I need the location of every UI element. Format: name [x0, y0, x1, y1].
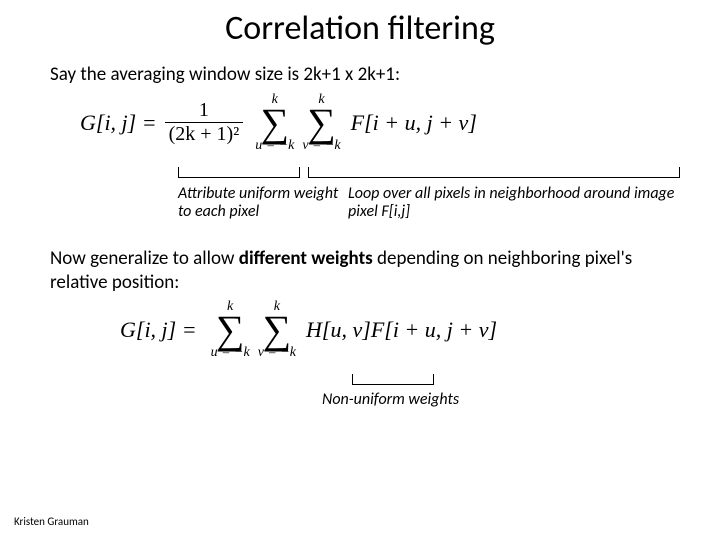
annotation-nonuniform: Non-uniform weights	[322, 390, 459, 409]
eq1-rhs: F[i + u, j + v]	[351, 110, 477, 136]
eq2-annotations: Non-uniform weights	[120, 390, 690, 412]
annotation-loop-pixels: Loop over all pixels in neighborhood aro…	[348, 185, 688, 222]
eq2-h-term: H[u, v]	[306, 317, 371, 343]
eq2-f-term: F[i + u, j + v]	[371, 317, 497, 343]
credit-line: Kristen Grauman	[14, 515, 89, 528]
eq2-lhs: G[i, j] =	[120, 317, 197, 343]
eq1-frac-den: (2k + 1)²	[165, 123, 244, 146]
eq1-lhs: G[i, j] =	[80, 110, 157, 136]
equation-2: G[i, j] = k ∑ u = −k k ∑ v = −k H[u, v] …	[120, 300, 690, 372]
eq1-annotations: Attribute uniform weight to each pixel L…	[80, 185, 690, 229]
eq1-fraction: 1 (2k + 1)²	[165, 99, 244, 146]
equation-1: G[i, j] = 1 (2k + 1)² k ∑ u = −k k ∑ v =…	[80, 93, 690, 165]
eq1-sum-v: k ∑ v = −k	[302, 93, 340, 153]
eq2-sum-v: k ∑ v = −k	[258, 300, 296, 360]
eq1-frac-num: 1	[195, 99, 213, 122]
eq2-sum-u: k ∑ u = −k	[211, 300, 250, 360]
annotation-uniform-weight: Attribute uniform weight to each pixel	[178, 185, 348, 222]
eq1-sum-u: k ∑ u = −k	[255, 93, 294, 153]
generalize-line: Now generalize to allow different weight…	[50, 247, 670, 295]
intro-line: Say the averaging window size is 2k+1 x …	[50, 63, 670, 87]
eq1-braces	[80, 167, 690, 185]
eq2-braces	[120, 374, 690, 390]
slide-title: Correlation filtering	[30, 8, 690, 49]
